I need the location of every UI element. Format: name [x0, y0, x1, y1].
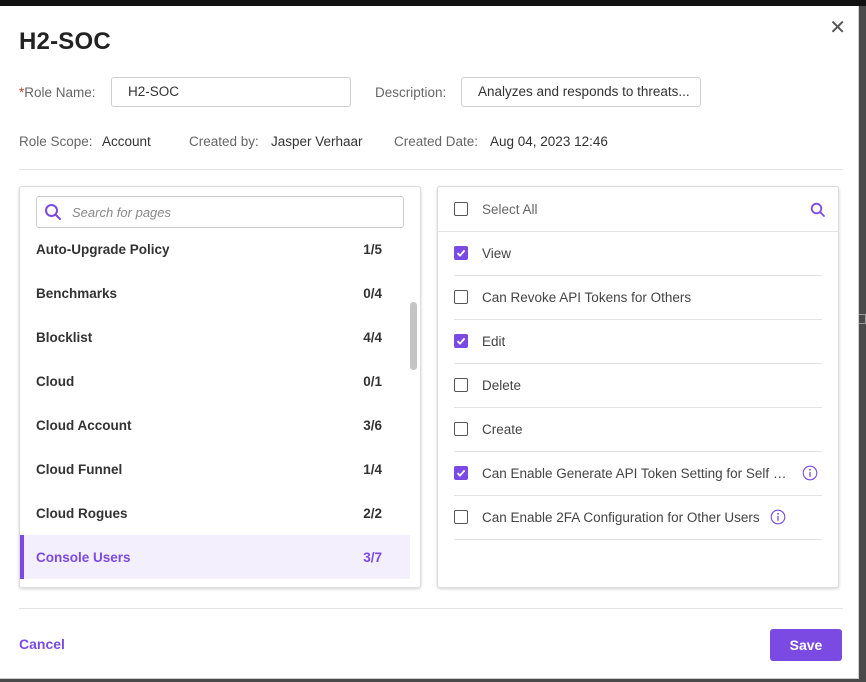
header-divider [19, 169, 843, 170]
search-pages-input[interactable] [70, 203, 394, 221]
role-name-label: *Role Name: [19, 85, 96, 100]
page-name: Blocklist [36, 329, 93, 345]
modal-title: H2-SOC [19, 28, 111, 55]
info-icon[interactable] [770, 509, 786, 525]
page-count: 2/2 [363, 505, 382, 521]
permission-row-view[interactable]: View [454, 231, 822, 276]
pages-scrollbar[interactable] [408, 227, 420, 581]
list-item[interactable]: Benchmarks 0/4 [20, 271, 410, 315]
page-name: Cloud Rogues [36, 505, 128, 521]
permission-row-api-token-setting[interactable]: Can Enable Generate API Token Setting fo… [454, 451, 822, 496]
permission-row-create[interactable]: Create [454, 407, 822, 452]
permission-label: Delete [482, 377, 522, 393]
permission-checkbox[interactable] [454, 334, 468, 348]
list-item[interactable]: Cloud Funnel 1/4 [20, 447, 410, 491]
list-item-selected[interactable]: Console Users 3/7 [20, 535, 410, 579]
background-edge-mark [859, 314, 866, 324]
select-all-control[interactable]: Select All [454, 187, 538, 231]
permission-label: Can Enable 2FA Configuration for Other U… [482, 509, 760, 525]
permission-label: View [482, 245, 512, 261]
check-icon [456, 337, 466, 345]
page-name: Cloud Account [36, 417, 132, 433]
page-name: Console Users [36, 549, 131, 565]
created-by-value: Jasper Verhaar [271, 134, 363, 149]
page-name: Cloud Funnel [36, 461, 123, 477]
permissions-panel: Select All View Can Revoke API Tokens fo… [437, 186, 839, 588]
page-name: Cloud [36, 373, 75, 389]
search-icon[interactable] [810, 202, 826, 218]
check-icon [456, 249, 466, 257]
page-count: 4/4 [363, 329, 382, 345]
created-date-value: Aug 04, 2023 12:46 [490, 134, 608, 149]
permission-checkbox[interactable] [454, 510, 468, 524]
info-icon[interactable] [802, 465, 818, 481]
description-input[interactable]: Analyzes and responds to threats... [461, 77, 701, 107]
permission-row-delete[interactable]: Delete [454, 363, 822, 408]
list-item[interactable]: Cloud Account 3/6 [20, 403, 410, 447]
close-icon[interactable]: ✕ [829, 18, 846, 38]
scrollbar-thumb[interactable] [410, 302, 417, 370]
page-count: 0/4 [363, 285, 382, 301]
permission-label: Can Enable Generate API Token Setting fo… [482, 465, 792, 481]
permission-label: Can Revoke API Tokens for Others [482, 289, 692, 305]
page-count: 0/1 [363, 373, 382, 389]
check-icon [456, 469, 466, 477]
role-scope-value: Account [102, 134, 151, 149]
list-item[interactable]: Auto-Upgrade Policy 1/5 [20, 227, 410, 271]
cancel-button[interactable]: Cancel [19, 636, 65, 652]
permission-row-2fa-config[interactable]: Can Enable 2FA Configuration for Other U… [454, 495, 822, 540]
page-count: 1/5 [363, 241, 382, 257]
created-date-label: Created Date: [394, 134, 479, 149]
search-icon [45, 204, 61, 220]
page-count: 3/7 [363, 549, 382, 565]
permission-checkbox[interactable] [454, 378, 468, 392]
list-item[interactable]: Cloud Rogues 2/2 [20, 491, 410, 535]
role-name-label-text: Role Name: [24, 85, 96, 100]
select-all-checkbox[interactable] [454, 202, 468, 216]
pages-list: Auto-Upgrade Policy 1/5 Benchmarks 0/4 Blo… [20, 227, 410, 579]
permission-checkbox[interactable] [454, 290, 468, 304]
page-count: 3/6 [363, 417, 382, 433]
role-details-modal: H2-SOC ✕ *Role Name: H2-SOC Description:… [0, 6, 859, 679]
page-name: Benchmarks [36, 285, 118, 301]
role-name-input[interactable]: H2-SOC [111, 77, 351, 107]
permission-checkbox[interactable] [454, 422, 468, 436]
list-item[interactable]: Blocklist 4/4 [20, 315, 410, 359]
save-button[interactable]: Save [770, 629, 842, 661]
description-label: Description: [375, 85, 447, 100]
permission-row-edit[interactable]: Edit [454, 319, 822, 364]
pages-panel: Auto-Upgrade Policy 1/5 Benchmarks 0/4 Blo… [19, 186, 421, 588]
page-name: Auto-Upgrade Policy [36, 241, 170, 257]
created-by-label: Created by: [189, 134, 259, 149]
permission-row-revoke-tokens[interactable]: Can Revoke API Tokens for Others [454, 275, 822, 320]
list-item[interactable]: Cloud 0/1 [20, 359, 410, 403]
pages-search-box[interactable] [36, 196, 404, 228]
select-all-label: Select All [482, 201, 538, 217]
page-count: 1/4 [363, 461, 382, 477]
permission-checkbox[interactable] [454, 246, 468, 260]
select-all-row: Select All [438, 187, 838, 232]
permission-label: Create [482, 421, 523, 437]
permission-checkbox[interactable] [454, 466, 468, 480]
role-scope-label: Role Scope: [19, 134, 93, 149]
permission-label: Edit [482, 333, 506, 349]
footer-divider [19, 608, 843, 609]
